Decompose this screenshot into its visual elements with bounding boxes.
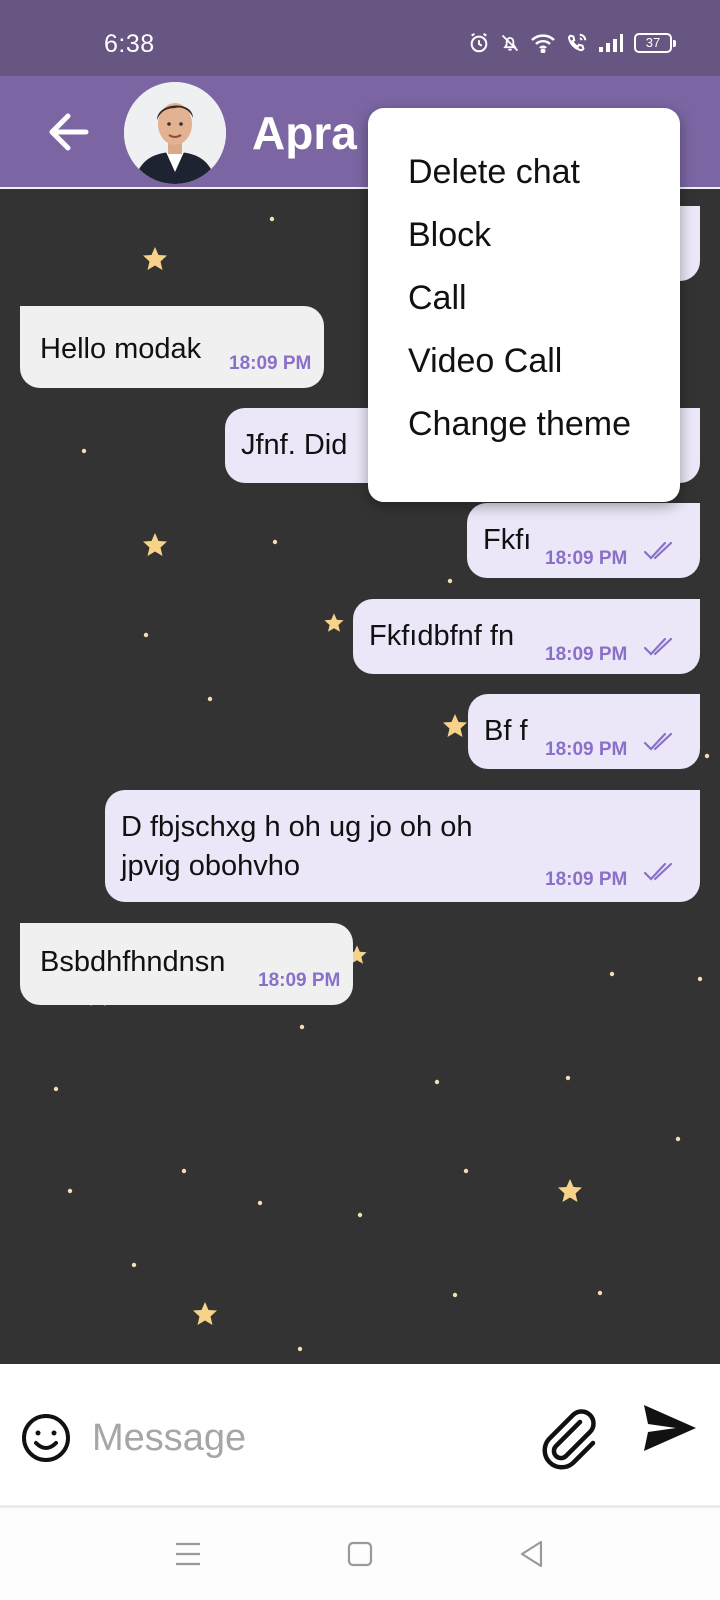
read-receipt-icon (643, 637, 673, 656)
arrow-left-icon (49, 113, 89, 151)
status-bar: 6:38 37 (0, 0, 720, 76)
wifi-calling-icon (568, 33, 587, 52)
back-button[interactable] (40, 106, 96, 158)
wifi-icon (531, 34, 555, 53)
avatar[interactable] (124, 82, 226, 184)
menu-lines-icon[interactable] (170, 1536, 206, 1572)
send-button[interactable] (642, 1402, 698, 1454)
message-bubble-incoming[interactable]: Hello modak 18:09 PM (20, 306, 324, 388)
smiley-icon (22, 1414, 70, 1462)
message-bubble-outgoing[interactable]: Bf f 18:09 PM (468, 694, 700, 769)
mute-notifications-icon (501, 34, 519, 52)
read-receipt-icon (643, 862, 673, 881)
message-text: Fkfı (483, 524, 532, 556)
overflow-menu: Delete chat Block Call Video Call Change… (368, 108, 680, 502)
message-text-line-1: D fbjschxg h oh ug jo oh oh (121, 811, 473, 843)
back-triangle-icon[interactable] (514, 1536, 550, 1572)
system-navigation-bar (0, 1508, 720, 1600)
message-bubble-incoming[interactable]: Bsbdhfhndnsn 18:09 PM (20, 923, 353, 1005)
menu-item-change-theme[interactable]: Change theme (368, 404, 680, 467)
message-text: Jfnf. Did (241, 429, 348, 461)
message-time: 18:09 PM (545, 644, 628, 665)
emoji-button[interactable] (20, 1412, 72, 1464)
message-time: 18:09 PM (545, 548, 628, 569)
status-time: 6:38 (104, 30, 155, 58)
message-bubble-outgoing[interactable]: Fkfıdbfnf fn 18:09 PM (353, 599, 700, 674)
menu-item-video-call[interactable]: Video Call (368, 341, 680, 404)
message-bubble-outgoing[interactable]: Fkfı 18:09 PM (467, 503, 700, 578)
message-bubble-outgoing[interactable]: D fbjschxg h oh ug jo oh oh jpvig obohvh… (105, 790, 700, 902)
home-square-icon[interactable] (342, 1536, 378, 1572)
send-icon (644, 1405, 696, 1451)
menu-item-call[interactable]: Call (368, 278, 680, 341)
battery-icon: 37 (634, 33, 676, 53)
contact-avatar (124, 82, 226, 184)
attach-button[interactable] (540, 1408, 600, 1470)
signal-icon (599, 34, 623, 52)
message-time: 18:09 PM (545, 869, 628, 890)
message-time: 18:09 PM (545, 739, 628, 760)
contact-name[interactable]: Apra (252, 106, 357, 160)
message-time: 18:09 PM (258, 970, 341, 991)
message-text-line-2: jpvig obohvho (121, 850, 300, 882)
alarm-icon (470, 32, 488, 53)
message-text: Bf f (484, 715, 528, 747)
message-composer (0, 1364, 720, 1508)
message-time: 18:09 PM (229, 353, 312, 374)
status-icons: 37 (468, 32, 676, 54)
message-text: Bsbdhfhndnsn (40, 946, 226, 978)
message-input[interactable] (92, 1410, 522, 1466)
paperclip-icon (542, 1409, 596, 1470)
menu-item-block[interactable]: Block (368, 215, 680, 278)
read-receipt-icon (643, 732, 673, 751)
menu-item-delete-chat[interactable]: Delete chat (368, 152, 680, 215)
message-text: Fkfıdbfnf fn (369, 620, 515, 652)
message-text: Hello modak (40, 333, 202, 365)
read-receipt-icon (643, 541, 673, 560)
